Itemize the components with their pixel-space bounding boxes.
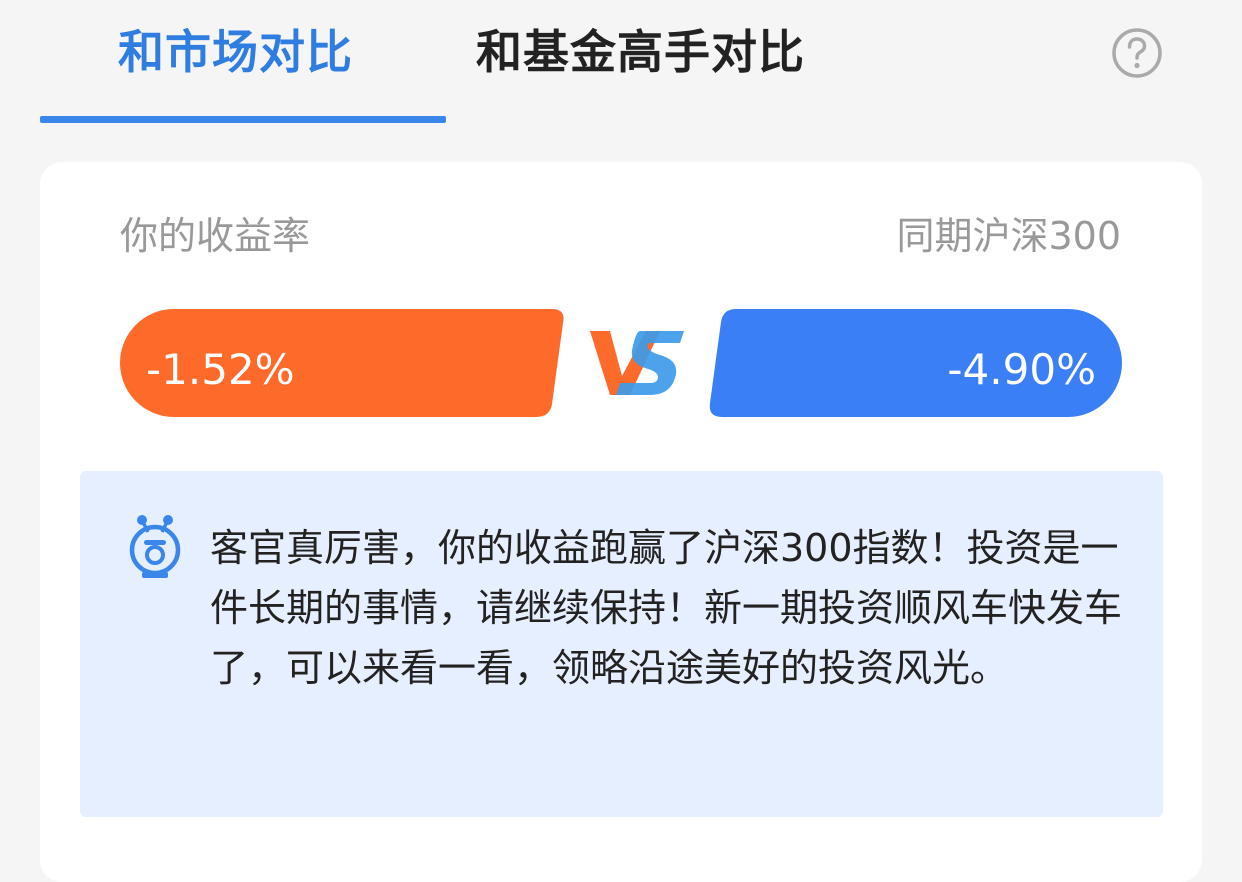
vs-icon [590,331,684,395]
index-return-value: -4.90% [947,345,1096,394]
tip-text: 客官真厉害，你的收益跑赢了沪深300指数！投资是一件长期的事情，请继续保持！新一… [210,526,1123,690]
your-return-value: -1.52% [146,345,295,394]
robot-assistant-icon [129,515,181,578]
